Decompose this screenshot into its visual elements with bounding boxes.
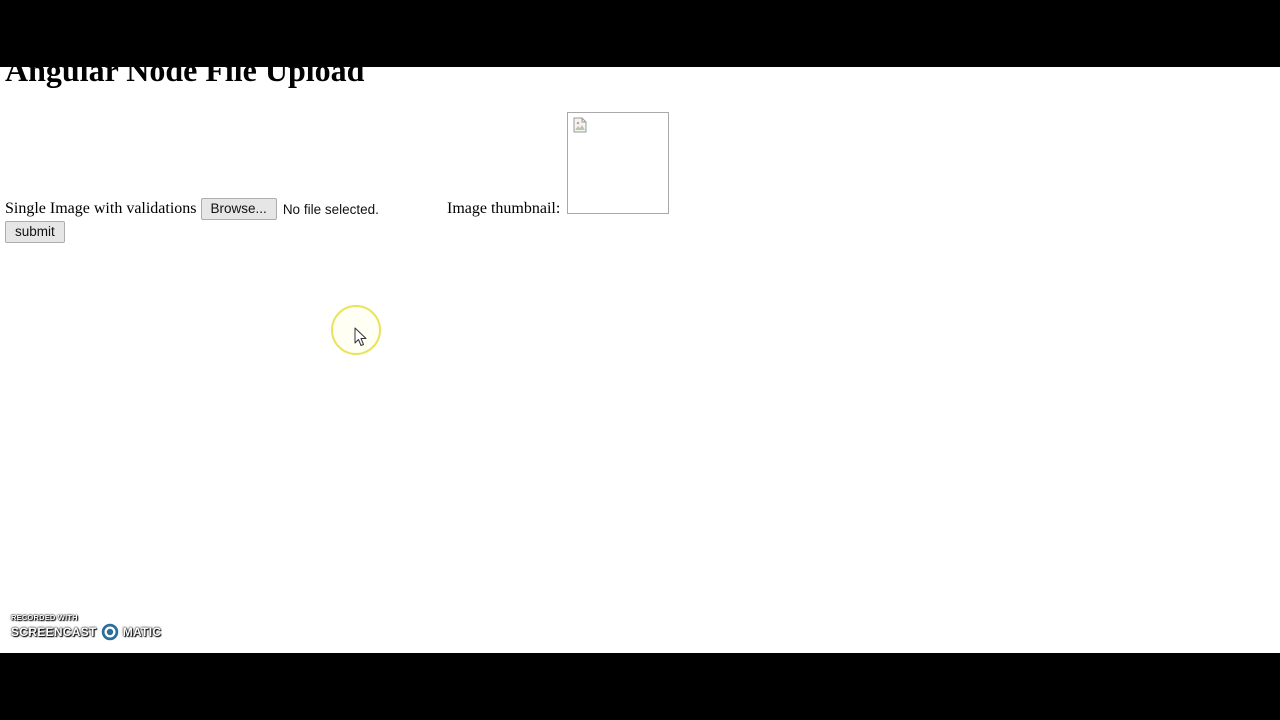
image-thumbnail <box>567 112 669 214</box>
thumbnail-label: Image thumbnail: <box>447 200 561 217</box>
upload-row: Single Image with validations Browse... … <box>5 198 379 220</box>
watermark-brand: SCREENCAST MATIC <box>11 622 161 642</box>
recording-watermark: RECORDED WITH SCREENCAST MATIC <box>11 613 161 642</box>
submit-button[interactable]: submit <box>5 221 65 243</box>
screencast-o-matic-logo <box>99 622 120 642</box>
watermark-caption: RECORDED WITH <box>11 613 78 622</box>
video-letterbox-top <box>0 0 1280 67</box>
watermark-brand-right: MATIC <box>122 625 162 639</box>
file-status-text: No file selected. <box>282 201 379 217</box>
browser-viewport: Angular Node File Upload Single Image wi… <box>0 67 1280 653</box>
mouse-cursor-icon <box>354 327 367 346</box>
page-title: Angular Node File Upload <box>5 67 365 88</box>
video-letterbox-bottom <box>0 653 1280 720</box>
broken-image-icon <box>573 117 587 133</box>
watermark-brand-left: SCREENCAST <box>11 625 97 639</box>
browse-button[interactable]: Browse... <box>200 198 277 220</box>
upload-label: Single Image with validations <box>5 200 197 217</box>
